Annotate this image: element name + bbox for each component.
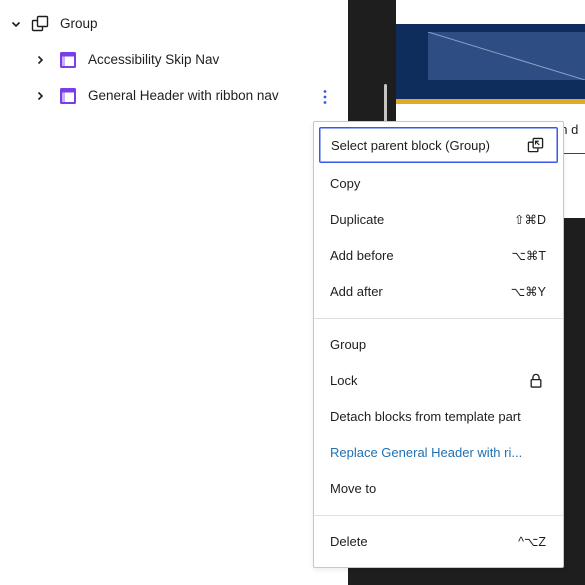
list-view-item-label: Accessibility Skip Nav (88, 52, 220, 67)
options-kebab-icon[interactable] (313, 85, 337, 109)
menu-item-copy[interactable]: Copy (319, 165, 558, 201)
menu-item-label: Replace General Header with ri... (330, 444, 523, 460)
list-view-row-accessibility-skip-nav[interactable]: Accessibility Skip Nav (0, 42, 348, 78)
list-view-row-group[interactable]: Group (0, 6, 348, 42)
menu-item-group[interactable]: Group (319, 326, 558, 362)
list-view-item-label: General Header with ribbon nav (88, 88, 279, 103)
menu-item-duplicate[interactable]: Duplicate ⇧⌘D (319, 201, 558, 237)
shortcut-label: ⇧⌘D (513, 212, 546, 227)
shortcut-label: ⌥⌘Y (510, 284, 546, 299)
template-part-icon (59, 51, 77, 69)
menu-divider (314, 318, 563, 319)
template-part-icon (59, 87, 77, 105)
menu-item-delete[interactable]: Delete ^⌥Z (319, 523, 558, 559)
scrollbar[interactable] (384, 84, 387, 124)
block-options-menu: Select parent block (Group) Copy Duplica… (313, 121, 564, 568)
menu-item-label: Add after (330, 283, 383, 299)
list-view-panel: Group Accessibility Skip Nav General Hea… (0, 0, 348, 585)
menu-item-label: Add before (330, 247, 394, 263)
select-parent-icon (525, 135, 545, 155)
menu-item-detach-blocks[interactable]: Detach blocks from template part (319, 398, 558, 434)
list-view-row-general-header[interactable]: General Header with ribbon nav (0, 78, 348, 114)
menu-item-label: Detach blocks from template part (330, 408, 521, 424)
lock-icon (526, 370, 546, 390)
menu-divider (314, 515, 563, 516)
group-block-icon (31, 15, 49, 33)
header-ribbon (396, 99, 585, 104)
menu-item-move-to[interactable]: Move to (319, 470, 558, 506)
chevron-right-icon[interactable] (34, 54, 46, 66)
chevron-right-icon[interactable] (34, 90, 46, 102)
group-label: Group (60, 16, 98, 31)
menu-item-label: Move to (330, 480, 377, 496)
shortcut-label: ^⌥Z (518, 534, 546, 549)
menu-item-label: Group (330, 336, 367, 352)
menu-item-add-after[interactable]: Add after ⌥⌘Y (319, 273, 558, 309)
menu-item-replace-template-part[interactable]: Replace General Header with ri... (319, 434, 558, 470)
shortcut-label: ⌥⌘T (511, 248, 546, 263)
menu-item-label: Delete (330, 533, 368, 549)
menu-item-label: Lock (330, 372, 358, 388)
menu-item-label: Duplicate (330, 211, 385, 227)
menu-item-lock[interactable]: Lock (319, 362, 558, 398)
menu-item-label: Copy (330, 175, 361, 191)
header-image-placeholder (428, 32, 585, 80)
menu-item-select-parent[interactable]: Select parent block (Group) (319, 127, 558, 163)
menu-item-add-before[interactable]: Add before ⌥⌘T (319, 237, 558, 273)
chevron-down-icon[interactable] (10, 18, 22, 30)
menu-item-label: Select parent block (Group) (331, 137, 490, 153)
